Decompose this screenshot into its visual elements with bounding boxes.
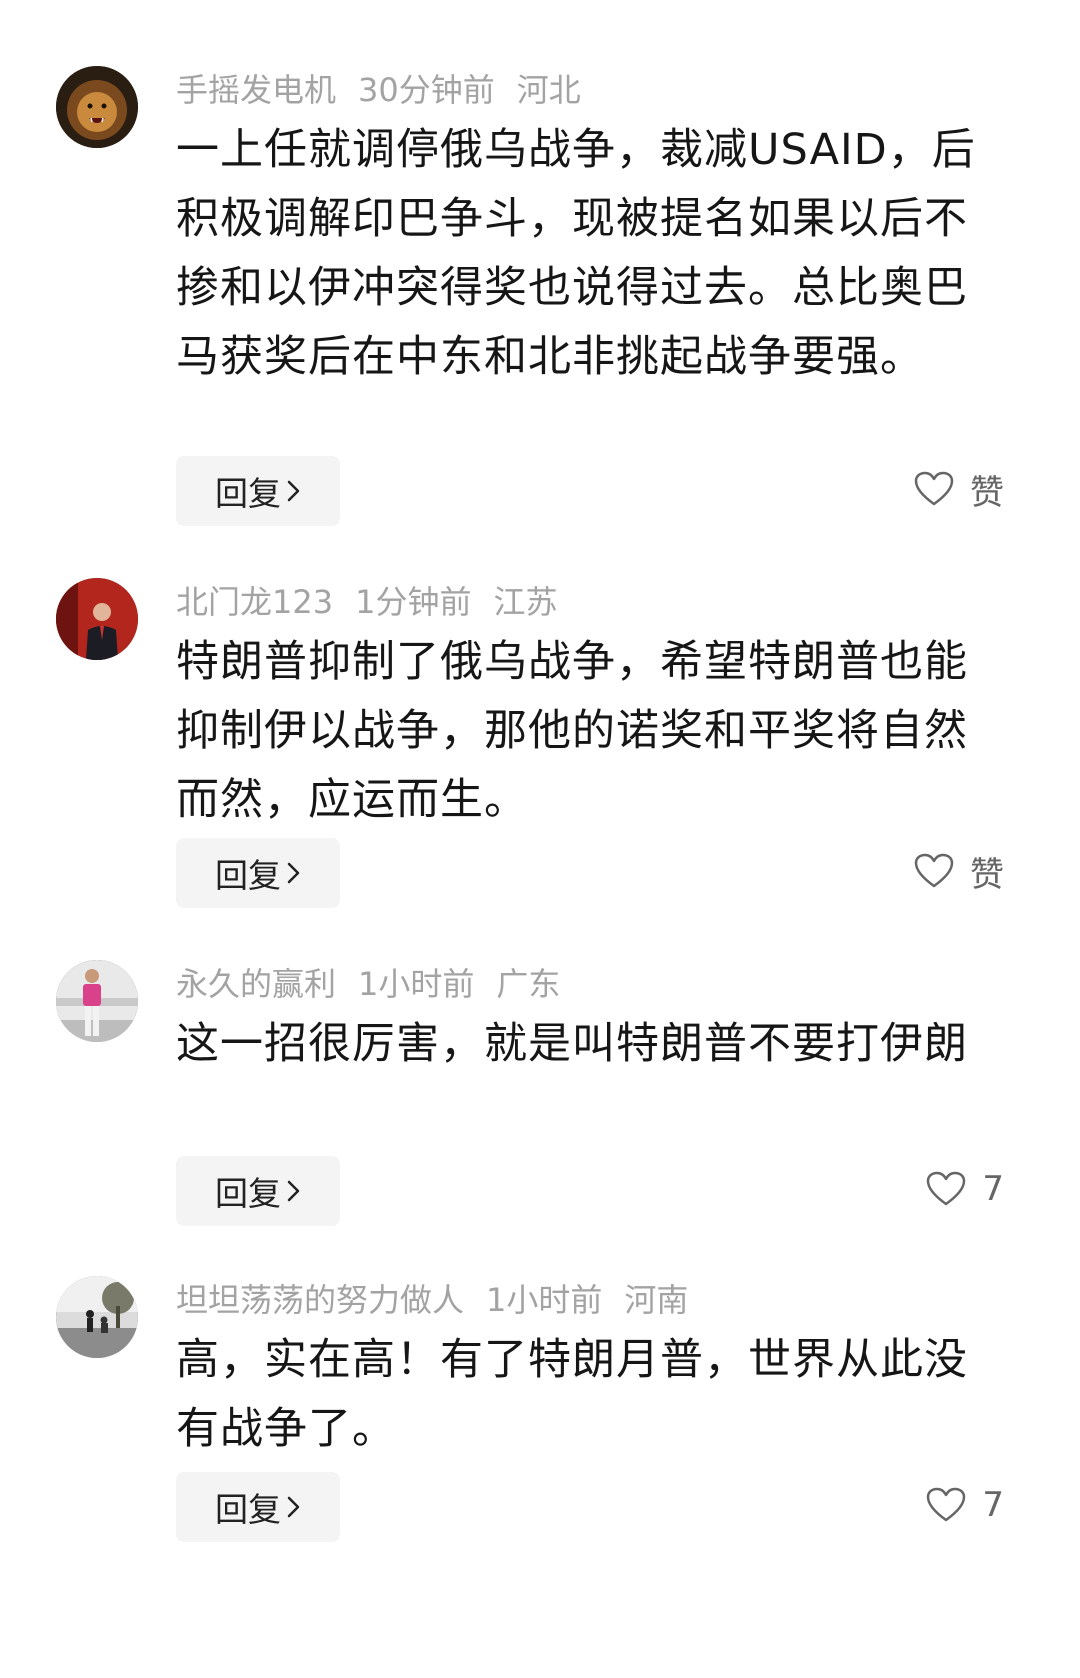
- heart-icon: [927, 1487, 966, 1522]
- comment-text: 一上任就调停俄乌战争，裁减USAID，后积极调解印巴争斗，现被提名如果以后不掺和…: [176, 125, 976, 382]
- heart-icon: [914, 471, 954, 506]
- comment-text: 高，实在高！有了特朗月普，世界从此没有战争了。: [176, 1335, 968, 1454]
- timestamp: 1分钟前: [355, 583, 472, 621]
- timestamp: 30分钟前: [358, 71, 495, 109]
- reply-button[interactable]: 回复: [176, 1156, 340, 1226]
- chevron-right-icon: [287, 479, 301, 503]
- like-button[interactable]: 7: [926, 1154, 1004, 1224]
- heart-icon: [927, 1171, 966, 1206]
- reply-label: 回复: [215, 856, 281, 895]
- region: 江苏: [493, 583, 558, 621]
- heart-icon: [914, 853, 954, 888]
- chevron-right-icon: [287, 861, 301, 885]
- username[interactable]: 北门龙123: [176, 583, 333, 621]
- reply-label: 回复: [215, 1174, 281, 1213]
- timestamp: 1小时前: [486, 1281, 603, 1319]
- reply-label: 回复: [215, 1490, 281, 1529]
- chevron-right-icon: [287, 1179, 301, 1203]
- like-button[interactable]: 赞: [914, 454, 1004, 524]
- region: 广东: [496, 965, 561, 1003]
- timestamp: 1小时前: [358, 965, 475, 1003]
- like-label: 赞: [970, 854, 1004, 895]
- comment-text: 特朗普抑制了俄乌战争，希望特朗普也能抑制伊以战争，那他的诺奖和平奖将自然而然，应…: [176, 637, 968, 825]
- comment-meta: 永久的赢利 1小时前 广东: [176, 964, 582, 1004]
- username[interactable]: 手摇发电机: [176, 71, 336, 109]
- comment-meta: 北门龙123 1分钟前 江苏: [176, 582, 579, 622]
- man-pink-shirt-avatar-icon[interactable]: [56, 960, 138, 1042]
- like-button[interactable]: 7: [926, 1470, 1004, 1540]
- comment-meta: 手摇发电机 30分钟前 河北: [176, 70, 603, 110]
- comment-text: 这一招很厉害，就是叫特朗普不要打伊朗: [176, 1019, 968, 1069]
- park-people-avatar-icon[interactable]: [56, 1276, 138, 1358]
- lion-avatar-icon[interactable]: [56, 66, 138, 148]
- comment-meta: 坦坦荡荡的努力做人 1小时前 河南: [176, 1280, 710, 1320]
- like-count: 7: [982, 1169, 1004, 1209]
- like-button[interactable]: 赞: [914, 836, 1004, 906]
- reply-button[interactable]: 回复: [176, 838, 340, 908]
- region: 河南: [624, 1281, 689, 1319]
- username[interactable]: 坦坦荡荡的努力做人: [176, 1281, 464, 1319]
- region: 河北: [516, 71, 581, 109]
- like-count: 7: [982, 1485, 1004, 1525]
- reply-button[interactable]: 回复: [176, 456, 340, 526]
- reply-label: 回复: [215, 474, 281, 513]
- reply-button[interactable]: 回复: [176, 1472, 340, 1542]
- man-red-background-avatar-icon[interactable]: [56, 578, 138, 660]
- chevron-right-icon: [287, 1495, 301, 1519]
- username[interactable]: 永久的赢利: [176, 965, 336, 1003]
- like-label: 赞: [970, 472, 1004, 513]
